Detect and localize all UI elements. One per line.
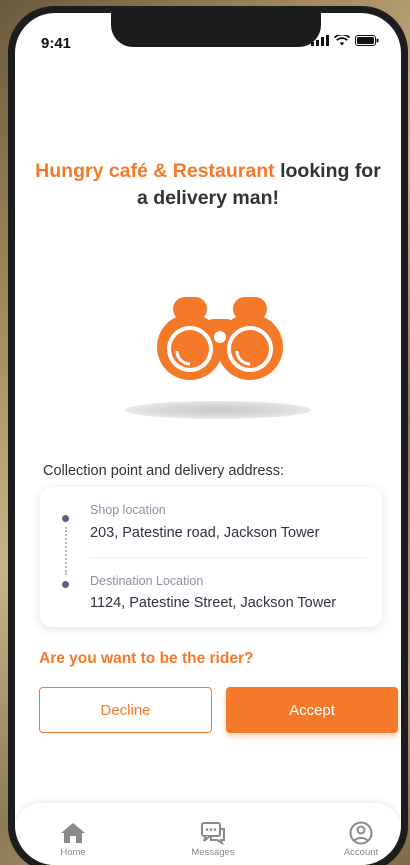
tab-messages-label: Messages: [191, 847, 235, 858]
binoculars-icon: [157, 297, 283, 380]
messages-icon: [201, 822, 225, 845]
app-screen: 9:41 Hungry café & Restaurant looking fo…: [15, 13, 401, 865]
tab-home[interactable]: Home: [33, 821, 113, 858]
phone-frame: 9:41 Hungry café & Restaurant looking fo…: [8, 6, 408, 865]
binoculars-shadow: [125, 401, 311, 419]
section-label: Collection point and delivery address:: [43, 463, 284, 479]
account-icon: [349, 821, 373, 845]
notch: [111, 13, 321, 47]
tab-messages[interactable]: Messages: [173, 821, 253, 858]
accept-button[interactable]: Accept: [226, 687, 398, 733]
rider-question: Are you want to be the rider?: [39, 650, 254, 667]
wifi-icon: [334, 35, 350, 46]
address-card: Shop location 203, Patestine road, Jacks…: [40, 487, 382, 627]
status-icons: [311, 35, 379, 46]
address-divider: [90, 557, 366, 558]
shop-location-label: Shop location: [90, 503, 166, 517]
tab-bar: Home Messages Account: [15, 803, 401, 865]
destination-location-value: 1124, Patestine Street, Jackson Tower: [90, 595, 337, 611]
status-time: 9:41: [41, 35, 72, 52]
headline: Hungry café & Restaurant looking for a d…: [35, 158, 381, 212]
shop-dot-icon: [62, 515, 69, 522]
tab-home-label: Home: [60, 847, 86, 858]
shop-location-value: 203, Patestine road, Jackson Tower: [90, 525, 320, 541]
home-icon: [61, 823, 85, 843]
signal-icon: [311, 35, 329, 46]
restaurant-name: Hungry café & Restaurant: [35, 160, 275, 182]
destination-location-label: Destination Location: [90, 574, 204, 588]
destination-dot-icon: [62, 581, 69, 588]
tab-account[interactable]: Account: [321, 821, 401, 858]
route-line: [65, 527, 67, 575]
battery-icon: [355, 35, 379, 46]
tab-account-label: Account: [343, 847, 379, 858]
decline-button[interactable]: Decline: [39, 687, 212, 733]
